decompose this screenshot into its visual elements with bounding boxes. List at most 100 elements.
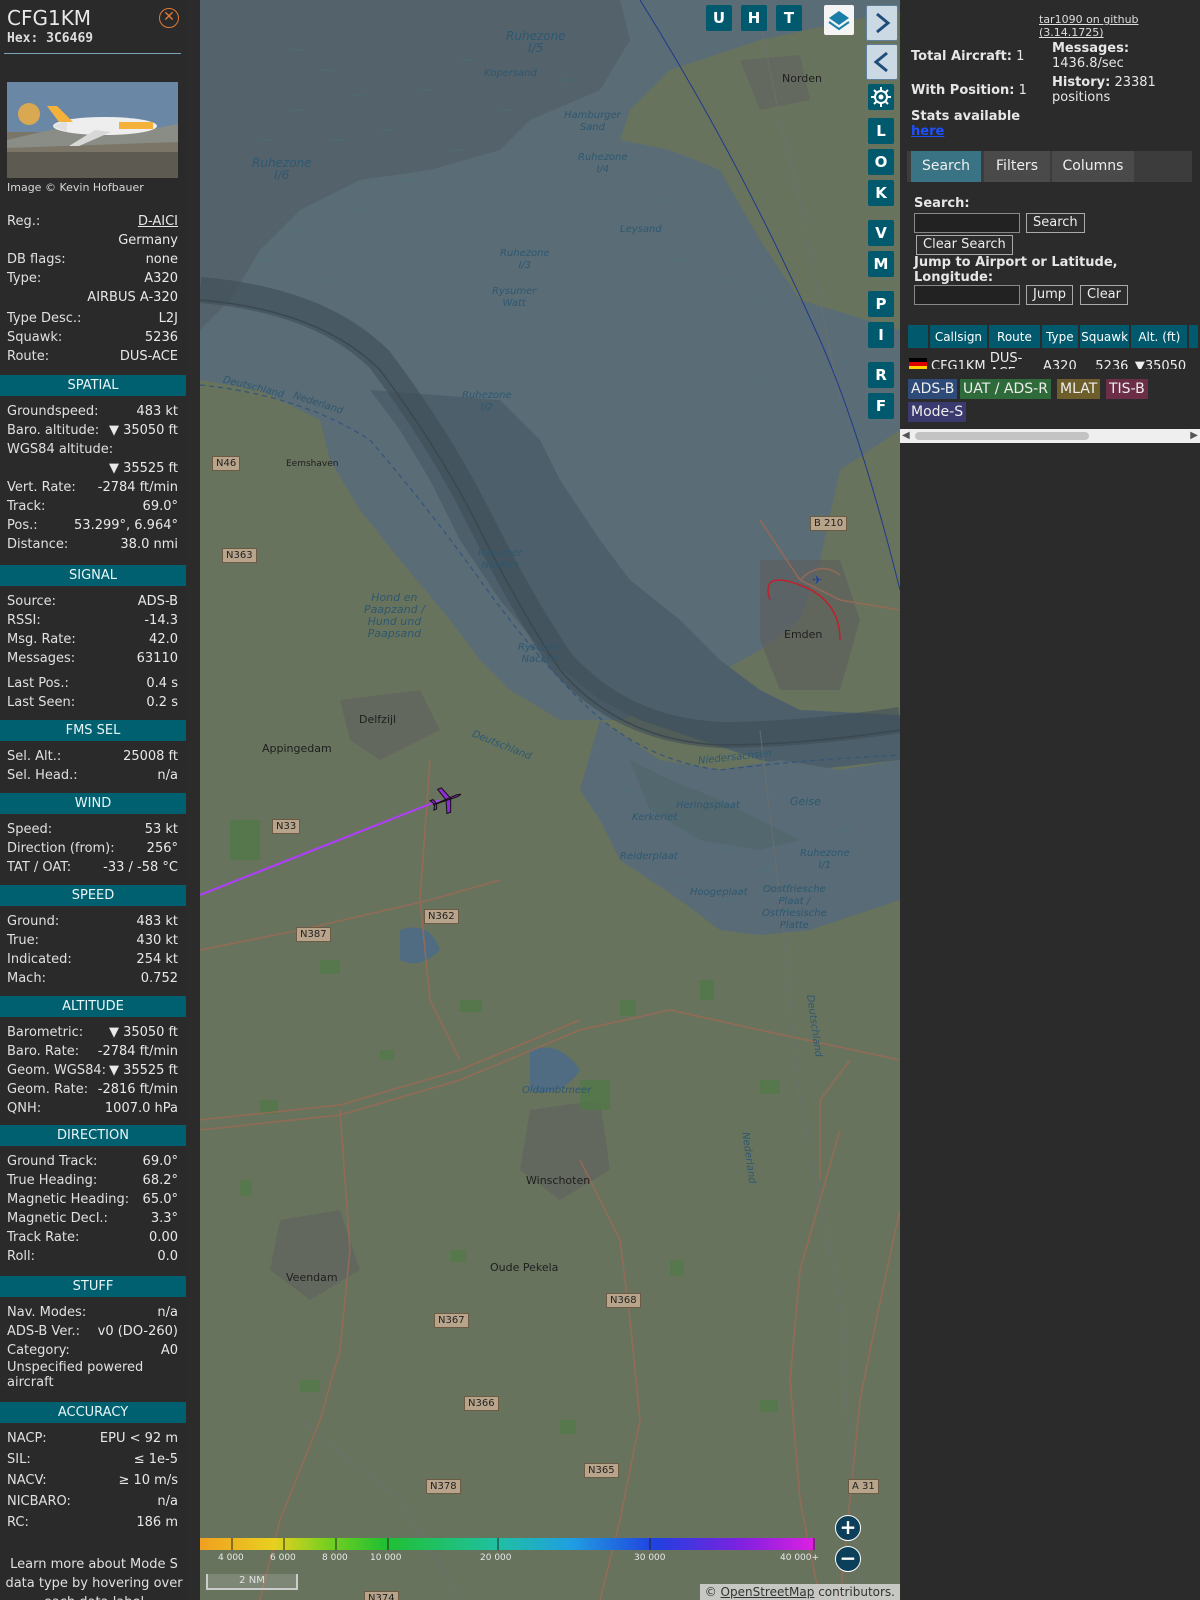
detail-row: Speed: 53 kt bbox=[7, 822, 178, 840]
map-button-v[interactable]: V bbox=[868, 220, 894, 246]
badge-adsb[interactable]: ADS-B bbox=[908, 379, 958, 399]
map-button-p[interactable]: P bbox=[868, 291, 894, 317]
map-button-r[interactable]: R bbox=[868, 362, 894, 388]
scroll-right-icon[interactable]: ▶ bbox=[1190, 431, 1198, 441]
badge-uat-adsr[interactable]: UAT / ADS-R bbox=[960, 379, 1051, 399]
section-header-direction: DIRECTION bbox=[0, 1125, 186, 1146]
detail-row: True: 430 kt bbox=[7, 933, 178, 951]
road-number: N367 bbox=[434, 1313, 469, 1328]
photo-credit: Image © Kevin Hofbauer bbox=[7, 181, 144, 194]
map-view[interactable]: ✈ Norden Emden Delfzijl Appingedam Winsc… bbox=[200, 0, 900, 1600]
table-scrollbar-thumb[interactable] bbox=[915, 432, 1089, 440]
map-button-o[interactable]: O bbox=[868, 149, 894, 175]
water-label: Rysumer Nacken bbox=[518, 642, 563, 665]
tab-columns[interactable]: Columns bbox=[1052, 151, 1134, 182]
table-header-altitude[interactable]: Alt. (ft) bbox=[1131, 325, 1188, 348]
detail-value: DUS-ACE bbox=[119, 349, 178, 364]
table-scrollbar[interactable]: ◀ ▶ bbox=[900, 429, 1200, 443]
map-button-f[interactable]: F bbox=[868, 393, 894, 419]
detail-row: Sel. Head.: n/a bbox=[7, 768, 178, 786]
search-label: Search: bbox=[914, 196, 970, 211]
detail-row: Baro. Rate: -2784 ft/min bbox=[7, 1044, 178, 1062]
map-button-k[interactable]: K bbox=[868, 180, 894, 206]
detail-row: Germany bbox=[7, 233, 178, 251]
learn-more-text: Learn more about Mode S data type by hov… bbox=[5, 1557, 183, 1600]
aircraft-photo[interactable] bbox=[7, 82, 178, 178]
github-link[interactable]: tar1090 on github (3.14.1725) bbox=[1039, 13, 1200, 39]
table-header-squawk[interactable]: Squawk bbox=[1079, 325, 1130, 348]
map-button-h[interactable]: H bbox=[741, 5, 767, 31]
jump-input[interactable] bbox=[914, 285, 1020, 305]
water-label: Kerkeriet bbox=[632, 812, 678, 823]
collapse-left-button[interactable] bbox=[866, 44, 898, 80]
detail-value: 53.299°, 6.964° bbox=[74, 518, 178, 533]
table-header-callsign[interactable]: Callsign bbox=[930, 325, 987, 348]
search-button[interactable]: Search bbox=[1026, 213, 1085, 233]
clear-button[interactable]: Clear bbox=[1080, 285, 1128, 305]
scroll-left-icon[interactable]: ◀ bbox=[902, 431, 910, 441]
detail-row: Sel. Alt.: 25008 ft bbox=[7, 749, 178, 767]
water-label: Oldambtmeer bbox=[522, 1085, 592, 1096]
detail-row: Distance: 38.0 nmi bbox=[7, 537, 178, 555]
table-header-flag[interactable] bbox=[908, 325, 928, 348]
section-header-signal: SIGNAL bbox=[0, 565, 186, 586]
detail-value: ADS-B bbox=[137, 594, 178, 609]
detail-row: AIRBUS A-320 bbox=[7, 290, 178, 308]
clear-search-button[interactable]: Clear Search bbox=[916, 235, 1013, 255]
row-callsign[interactable]: CFG1KM bbox=[930, 350, 987, 370]
table-header-type[interactable]: Type bbox=[1042, 325, 1078, 348]
detail-label: Magnetic Heading: bbox=[7, 1192, 130, 1207]
expand-right-button[interactable] bbox=[866, 5, 898, 41]
detail-row: Geom. Rate: -2816 ft/min bbox=[7, 1082, 178, 1100]
detail-row: WGS84 altitude: bbox=[7, 442, 178, 460]
detail-value: 5236 bbox=[144, 330, 178, 345]
detail-label: Track: bbox=[7, 499, 46, 514]
table-row[interactable]: CFG1KM DUS-ACE A320 5236 ▼35050 bbox=[908, 350, 1198, 369]
detail-label: Baro. altitude: bbox=[7, 423, 100, 438]
road-number: N362 bbox=[424, 909, 459, 924]
detail-label: Category: bbox=[7, 1343, 70, 1358]
detail-label: Magnetic Decl.: bbox=[7, 1211, 108, 1226]
osm-link[interactable]: OpenStreetMap bbox=[721, 1585, 815, 1599]
hex-id: Hex: 3C6469 bbox=[7, 31, 94, 46]
zoom-in-button[interactable]: + bbox=[835, 1515, 861, 1541]
map-button-i[interactable]: I bbox=[868, 322, 894, 348]
detail-label: Track Rate: bbox=[7, 1230, 80, 1245]
gear-icon[interactable] bbox=[868, 84, 894, 110]
badge-modes[interactable]: Mode-S bbox=[908, 402, 967, 422]
table-header-more[interactable] bbox=[1189, 325, 1198, 348]
table-header-route[interactable]: Route bbox=[988, 325, 1041, 348]
germany-flag-icon bbox=[908, 350, 928, 369]
map-button-u[interactable]: U bbox=[706, 5, 732, 31]
detail-value: 38.0 nmi bbox=[120, 537, 178, 552]
detail-row: Magnetic Heading: 65.0° bbox=[7, 1192, 178, 1210]
callsign-title: CFG1KM bbox=[7, 6, 92, 30]
detail-label: TAT / OAT: bbox=[7, 860, 72, 875]
tab-filters[interactable]: Filters bbox=[984, 151, 1050, 182]
detail-label: Mach: bbox=[7, 971, 46, 986]
jump-button[interactable]: Jump bbox=[1026, 285, 1073, 305]
map-button-m[interactable]: M bbox=[868, 251, 894, 277]
map-button-t[interactable]: T bbox=[776, 5, 802, 31]
detail-row: RC: 186 m bbox=[7, 1515, 178, 1533]
map-button-l[interactable]: L bbox=[868, 118, 894, 144]
detail-row: Last Pos.: 0.4 s bbox=[7, 676, 178, 694]
water-label: Ruhezone I/6 bbox=[252, 156, 312, 182]
layers-icon[interactable] bbox=[824, 5, 854, 35]
detail-value[interactable]: D-AICI bbox=[138, 214, 178, 229]
detail-label: QNH: bbox=[7, 1101, 42, 1116]
place-label: Veendam bbox=[286, 1271, 338, 1284]
badge-mlat[interactable]: MLAT bbox=[1057, 379, 1101, 399]
detail-value: 483 kt bbox=[136, 404, 178, 419]
badge-tisb[interactable]: TIS-B bbox=[1106, 379, 1148, 399]
total-aircraft: Total Aircraft: 1 bbox=[911, 49, 1025, 64]
detail-value: ≥ 10 m/s bbox=[118, 1473, 178, 1488]
search-input[interactable] bbox=[914, 213, 1020, 233]
water-label: Kopersand bbox=[484, 68, 537, 79]
zoom-out-button[interactable]: − bbox=[835, 1546, 861, 1572]
close-icon[interactable]: ✕ bbox=[159, 8, 179, 28]
stats-link[interactable]: here bbox=[911, 124, 944, 139]
row-route: DUS-ACE bbox=[989, 351, 1023, 369]
detail-row: True Heading: 68.2° bbox=[7, 1173, 178, 1191]
tab-search[interactable]: Search bbox=[911, 151, 981, 182]
